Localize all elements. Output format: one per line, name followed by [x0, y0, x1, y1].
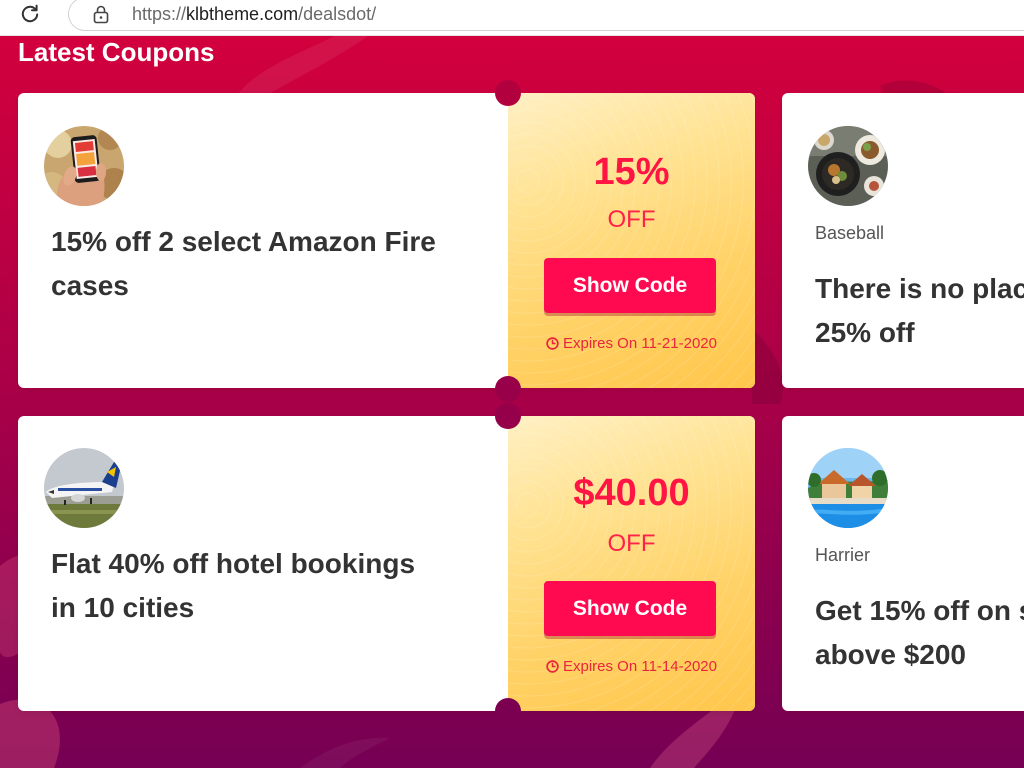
show-code-button[interactable]: Show Code — [544, 258, 716, 313]
coupon-store-name[interactable]: Baseball — [815, 222, 884, 244]
coupon-title-line: cases — [51, 270, 129, 301]
section-title: Latest Coupons — [18, 37, 215, 67]
ticket-notch — [495, 376, 521, 402]
coupon-store-name[interactable]: Harrier — [815, 544, 870, 566]
coupon-image[interactable] — [44, 126, 124, 206]
ticket-notch — [495, 80, 521, 106]
expiry-text: Expires On 11-21-2020 — [563, 334, 717, 352]
coupon-title-line: in 10 cities — [51, 592, 195, 623]
coupon-offer-panel: 15% OFF Show Code Expires On 11-21-2020 — [508, 93, 755, 388]
expiry-date: Expires On 11-21-2020 — [508, 333, 755, 353]
ticket-notch — [495, 698, 521, 724]
discount-value: 15% — [593, 151, 670, 193]
url-text[interactable]: https://klbtheme.com/dealsdot/ — [132, 3, 376, 25]
coupon-card: 15% off 2 select Amazon Fire cases 15% O… — [18, 93, 755, 388]
expiry-text: Expires On 11-14-2020 — [563, 657, 717, 675]
off-label: OFF — [607, 530, 656, 557]
coupon-title-line: Get 15% off on s — [815, 595, 1024, 626]
coupon-image[interactable] — [808, 126, 888, 206]
coupon-image[interactable] — [44, 448, 124, 528]
lock-icon[interactable] — [92, 4, 110, 24]
coupon-title[interactable]: Get 15% off on s above $200 — [815, 589, 1024, 677]
coupon-title[interactable]: There is no plac 25% off — [815, 267, 1024, 355]
url-host: klbtheme.com — [186, 4, 299, 24]
coupon-card: Flat 40% off hotel bookings in 10 cities… — [18, 416, 755, 711]
coupon-info: 15% off 2 select Amazon Fire cases — [18, 93, 508, 388]
off-label: OFF — [607, 206, 656, 233]
coupon-title-line: Flat 40% off hotel bookings — [51, 548, 416, 579]
coupon-title-line: above $200 — [815, 639, 966, 670]
coupon-offer-panel: $40.00 OFF Show Code Expires On 11-14-20… — [508, 416, 755, 711]
discount-value: $40.00 — [573, 472, 690, 514]
coupon-info: Flat 40% off hotel bookings in 10 cities — [18, 416, 508, 711]
url-path: /dealsdot/ — [298, 4, 377, 24]
coupon-title[interactable]: Flat 40% off hotel bookings in 10 cities — [51, 542, 415, 630]
coupon-title-line: 15% off 2 select Amazon Fire — [51, 226, 436, 257]
coupon-card-partial: Baseball There is no plac 25% off — [782, 93, 1024, 388]
coupon-card-partial: Harrier Get 15% off on s above $200 — [782, 416, 1024, 711]
clock-icon — [546, 336, 559, 350]
expiry-date: Expires On 11-14-2020 — [508, 656, 755, 676]
show-code-button[interactable]: Show Code — [544, 581, 716, 636]
clock-icon — [546, 659, 559, 673]
coupon-title-line: There is no plac — [815, 273, 1024, 304]
url-scheme: https:// — [132, 4, 187, 24]
reload-icon[interactable] — [18, 2, 42, 26]
ticket-notch — [495, 403, 521, 429]
browser-toolbar: https://klbtheme.com/dealsdot/ — [0, 0, 1024, 36]
coupon-title-line: 25% off — [815, 317, 915, 348]
coupon-image[interactable] — [808, 448, 888, 528]
coupon-title[interactable]: 15% off 2 select Amazon Fire cases — [51, 220, 436, 308]
